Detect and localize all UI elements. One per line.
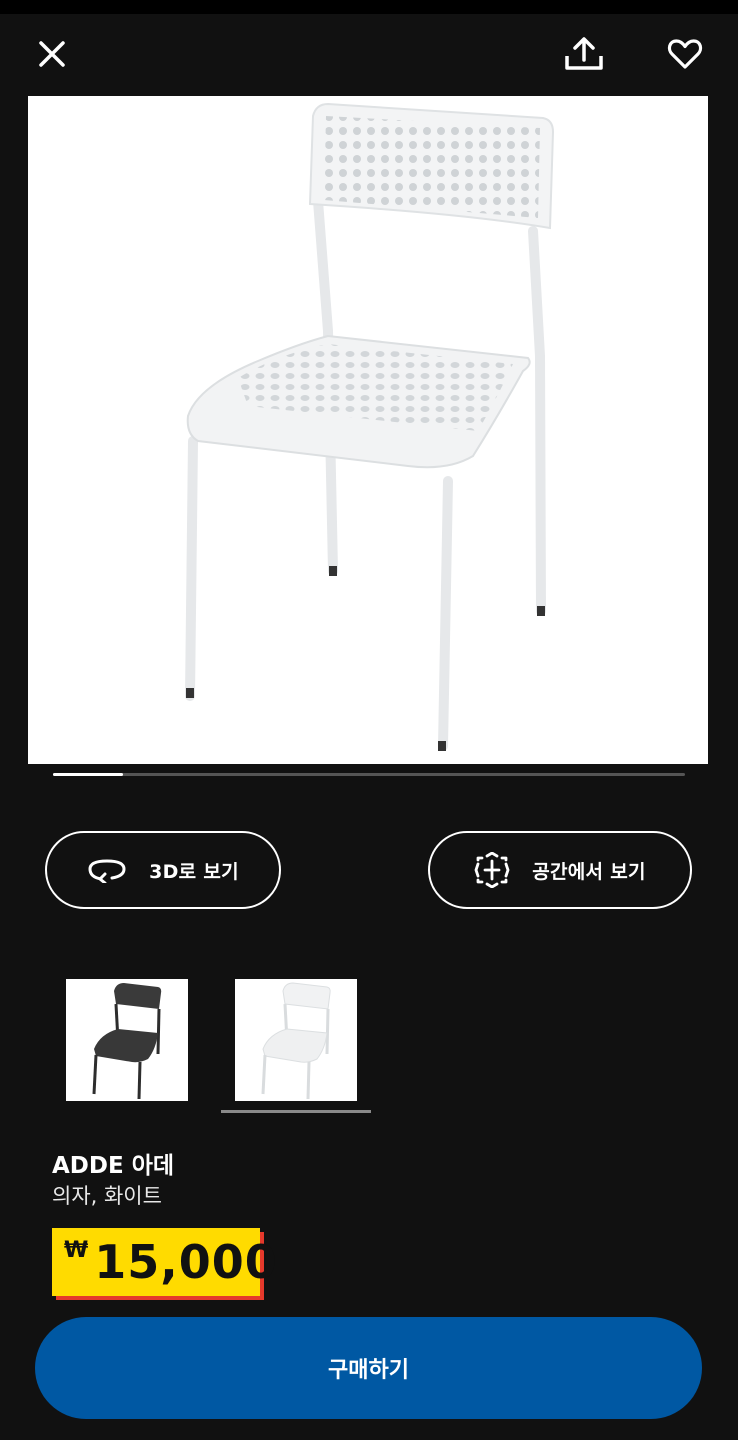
share-button[interactable] bbox=[556, 26, 612, 82]
variant-thumbnail-white[interactable] bbox=[235, 979, 357, 1101]
product-hero-image[interactable] bbox=[28, 96, 708, 764]
buy-button-label: 구매하기 bbox=[328, 1358, 409, 1383]
close-icon bbox=[39, 41, 65, 67]
view-in-space-button[interactable]: 공간에서 보기 bbox=[428, 831, 692, 909]
view-in-space-label: 공간에서 보기 bbox=[532, 860, 646, 883]
white-chair-thumbnail bbox=[261, 982, 331, 1100]
heart-icon bbox=[667, 39, 703, 69]
black-chair-thumbnail bbox=[92, 983, 162, 1100]
product-name: ADDE 아데 bbox=[52, 1153, 175, 1179]
rotate-3d-icon bbox=[88, 859, 126, 883]
buy-button[interactable]: 구매하기 bbox=[35, 1317, 702, 1419]
currency-symbol: ₩ bbox=[64, 1238, 89, 1263]
view-3d-label: 3D로 보기 bbox=[149, 860, 239, 883]
gallery-scroll-thumb bbox=[53, 773, 123, 776]
variant-thumbnail-black[interactable] bbox=[66, 979, 188, 1101]
white-chair-image bbox=[185, 102, 555, 751]
ar-space-icon bbox=[474, 852, 510, 888]
view-3d-button[interactable]: 3D로 보기 bbox=[45, 831, 281, 909]
share-icon bbox=[565, 37, 603, 70]
favorite-button[interactable] bbox=[657, 26, 713, 82]
gallery-scroll-indicator bbox=[53, 773, 685, 776]
selected-variant-indicator bbox=[221, 1110, 371, 1113]
product-description: 의자, 화이트 bbox=[52, 1184, 162, 1208]
close-button[interactable] bbox=[24, 26, 80, 82]
price-value: 15,000 bbox=[94, 1235, 278, 1289]
top-bar bbox=[0, 14, 738, 94]
status-bar bbox=[0, 0, 738, 14]
price-tag: ₩ 15,000 bbox=[52, 1228, 277, 1296]
